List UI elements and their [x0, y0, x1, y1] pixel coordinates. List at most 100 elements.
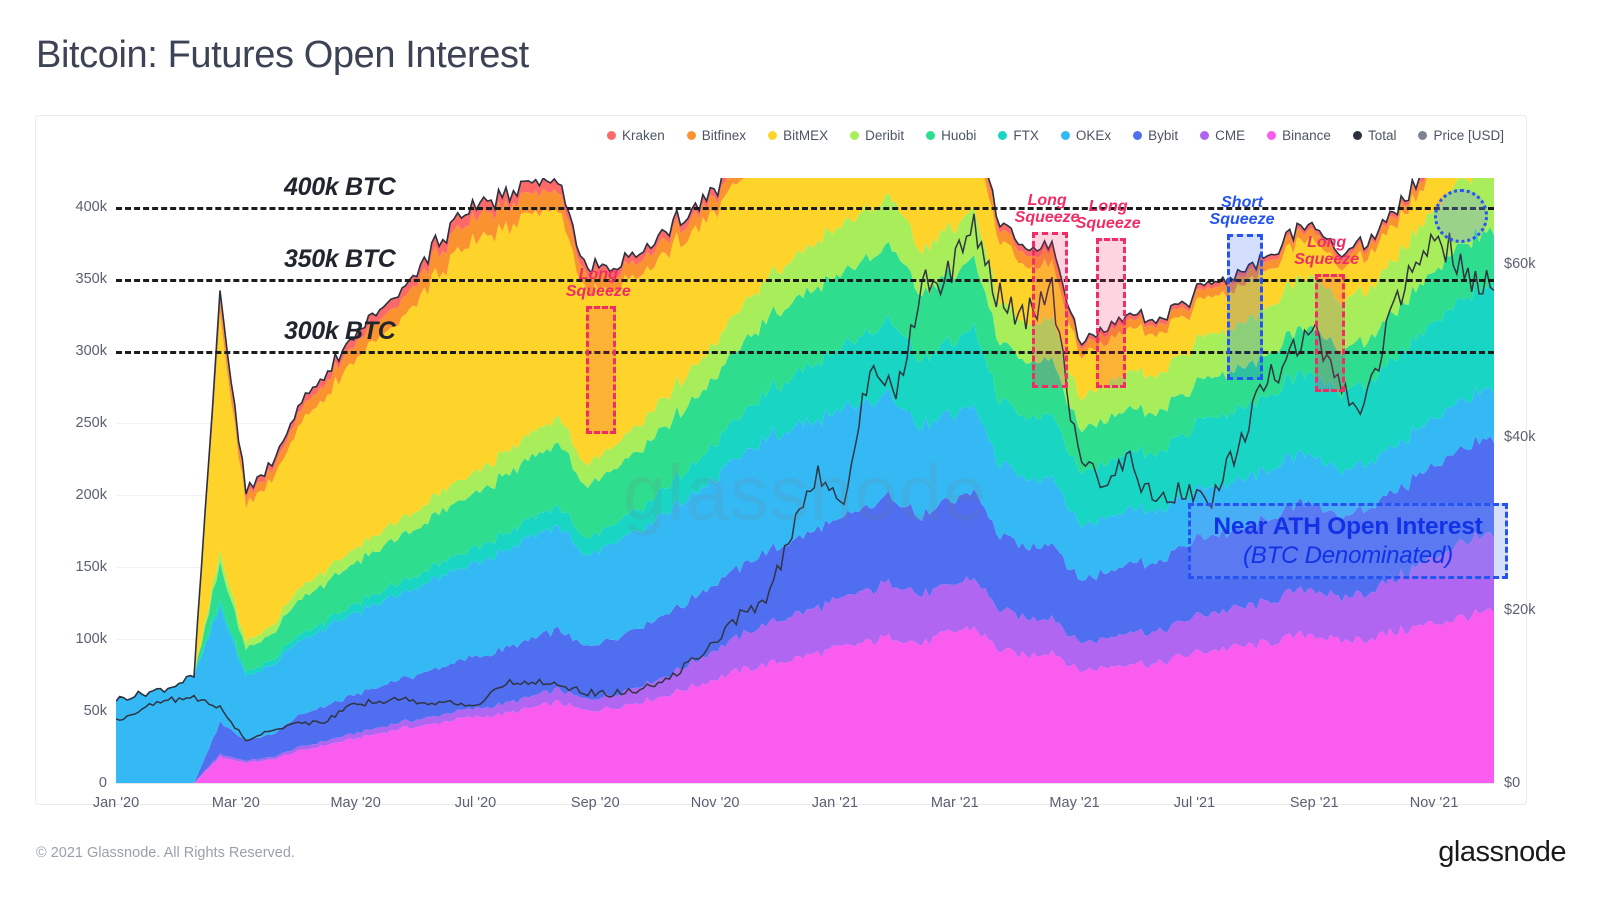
near-ath-callout-title: Near ATH Open Interest: [1213, 512, 1483, 540]
plot-area: 0 50k 100k 150k 200k 250k 300k 350k 400k $0 $20k $…: [76, 173, 1536, 811]
x-axis-tick-label: Jan '20: [92, 795, 140, 811]
x-axis-line: [116, 783, 1494, 784]
legend-item-label: Kraken: [622, 127, 665, 143]
squeeze-label-line1: Long: [1307, 234, 1347, 252]
legend-item-label: Total: [1367, 127, 1397, 143]
legend-item-price-usd[interactable]: Price [USD]: [1418, 128, 1504, 143]
near-ath-callout-subtitle: (BTC Denominated): [1242, 541, 1453, 569]
squeeze-label: Long Squeeze: [1294, 235, 1359, 269]
y-axis-right-tick-label: $40k: [1504, 429, 1536, 446]
legend-dot-icon: [1200, 130, 1210, 140]
legend-dot-icon: [1060, 130, 1070, 140]
legend-item-bybit[interactable]: Bybit: [1133, 128, 1178, 143]
y-axis-left-tick-label: 150k: [75, 558, 107, 575]
peak-highlight-circle: [1434, 189, 1488, 243]
legend-item-label: Deribit: [865, 127, 905, 143]
legend-item-label: Huobi: [941, 127, 977, 143]
x-axis-tick-label: May '21: [1049, 795, 1100, 811]
threshold-line-400000: [116, 206, 1494, 210]
x-axis-tick-label: Mar '21: [930, 795, 979, 811]
legend-item-deribit[interactable]: Deribit: [850, 128, 904, 143]
y-axis-left-tick-label: 50k: [83, 702, 107, 719]
squeeze-label-line2: Squeeze: [1075, 215, 1141, 233]
threshold-label: 350k BTC: [284, 244, 396, 273]
squeeze-label-line2: Squeeze: [1209, 211, 1275, 229]
x-axis-tick-label: Nov '20: [690, 795, 740, 811]
legend-dot-icon: [926, 130, 936, 140]
x-axis-tick-label: Sep '20: [570, 795, 620, 811]
threshold-line-300000: [116, 350, 1494, 354]
legend-item-label: Binance: [1282, 127, 1331, 143]
y-axis-left-tick-label: 300k: [75, 342, 107, 359]
long-squeeze-annotation: Long Squeeze: [566, 267, 631, 434]
legend-item-huobi[interactable]: Huobi: [926, 128, 976, 143]
legend-item-label: Bybit: [1148, 127, 1179, 143]
squeeze-label: Long Squeeze: [1015, 193, 1080, 227]
legend-dot-icon: [1418, 130, 1428, 140]
legend-item-label: FTX: [1013, 127, 1039, 143]
legend-item-kraken[interactable]: Kraken: [607, 128, 665, 143]
threshold-label: 300k BTC: [284, 316, 396, 345]
x-axis-tick-label: Mar '20: [211, 795, 260, 811]
squeeze-label-line1: Long: [1027, 192, 1067, 210]
legend-item-label: Price [USD]: [1433, 127, 1504, 143]
short-squeeze-annotation: Short Squeeze: [1210, 195, 1274, 380]
y-axis-left-tick-label: 350k: [75, 270, 107, 287]
squeeze-label-line1: Long: [1088, 198, 1128, 216]
threshold-line-350000: [116, 278, 1494, 282]
legend-item-label: BitMEX: [783, 127, 829, 143]
squeeze-highlight-band: [1096, 238, 1127, 388]
long-squeeze-annotation: Long Squeeze: [1294, 235, 1359, 392]
legend-dot-icon: [686, 130, 696, 140]
threshold-label: 400k BTC: [284, 172, 396, 201]
squeeze-label: Long Squeeze: [566, 267, 631, 301]
x-axis-tick-label: May '20: [330, 795, 381, 811]
squeeze-highlight-band: [1314, 274, 1345, 392]
chart-legend: Kraken Bitfinex BitMEX Deribit Huobi FTX OKEx B…: [36, 124, 1526, 146]
legend-item-okex[interactable]: OKEx: [1060, 127, 1112, 143]
y-axis-left-tick-label: 0: [98, 775, 107, 791]
near-ath-callout: Near ATH Open Interest (BTC Denominated): [1188, 503, 1508, 579]
squeeze-label: Short Squeeze: [1210, 195, 1275, 229]
legend-dot-icon: [1352, 130, 1362, 140]
x-axis-tick-label: Jul '21: [1173, 795, 1216, 811]
y-axis-left-tick-label: 100k: [75, 630, 107, 647]
long-squeeze-annotation: Long Squeeze: [1015, 193, 1080, 388]
y-axis-right-tick-label: $60k: [1504, 256, 1536, 273]
legend-item-total[interactable]: Total: [1352, 127, 1397, 143]
x-axis-tick-label: Jan '21: [811, 795, 859, 811]
legend-item-binance[interactable]: Binance: [1267, 128, 1331, 143]
legend-item-label: CME: [1215, 127, 1246, 143]
chart-card: Kraken Bitfinex BitMEX Deribit Huobi FTX OKEx B…: [35, 115, 1536, 811]
squeeze-highlight-band: [586, 306, 617, 434]
x-axis-tick-label: Jul '20: [454, 795, 497, 811]
legend-item-bitfinex[interactable]: Bitfinex: [686, 127, 747, 143]
squeeze-label-line1: Short: [1221, 194, 1263, 212]
legend-item-label: Bitfinex: [701, 127, 747, 143]
y-axis-left-tick-label: 400k: [75, 198, 107, 215]
legend-dot-icon: [607, 130, 616, 140]
squeeze-label-line2: Squeeze: [1014, 209, 1080, 227]
squeeze-highlight-band: [1032, 232, 1069, 388]
legend-item-label: OKEx: [1075, 127, 1112, 143]
y-axis-left-tick-label: 250k: [75, 414, 107, 431]
legend-dot-icon: [768, 130, 778, 140]
squeeze-label-line1: Long: [578, 266, 618, 284]
glassnode-logo: glassnode: [1438, 836, 1566, 868]
squeeze-label-line2: Squeeze: [565, 283, 631, 301]
long-squeeze-annotation: Long Squeeze: [1076, 199, 1141, 388]
page-title: Bitcoin: Futures Open Interest: [36, 34, 529, 76]
legend-dot-icon: [1267, 130, 1277, 140]
squeeze-label: Long Squeeze: [1076, 199, 1141, 233]
squeeze-label-line2: Squeeze: [1294, 251, 1360, 269]
legend-item-cme[interactable]: CME: [1200, 128, 1245, 143]
x-axis-tick-label: Nov '21: [1409, 795, 1459, 811]
squeeze-highlight-band: [1227, 234, 1264, 380]
legend-item-ftx[interactable]: FTX: [998, 128, 1039, 143]
x-axis-tick-label: Sep '21: [1289, 795, 1339, 811]
y-axis-right-tick-label: $0: [1504, 775, 1521, 791]
legend-item-bitmex[interactable]: BitMEX: [768, 128, 828, 143]
footer-copyright: © 2021 Glassnode. All Rights Reserved.: [36, 845, 295, 861]
legend-dot-icon: [1133, 130, 1143, 140]
y-axis-left-tick-label: 200k: [75, 486, 107, 503]
